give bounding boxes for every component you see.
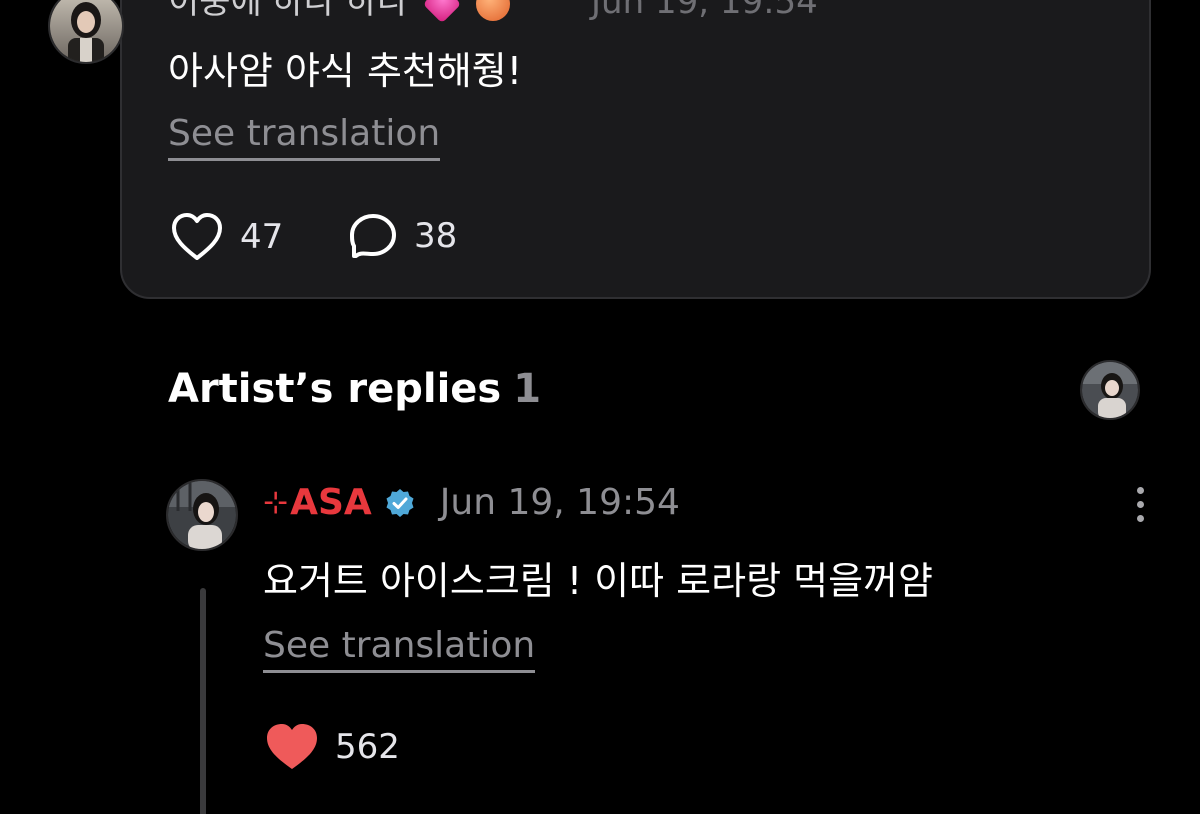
- fan-avatar[interactable]: [48, 0, 124, 64]
- page: 이중에 하나 하나 Jun 19, 19:54 아사얌 야식 추천해줭! See…: [0, 0, 1200, 814]
- reply-like-button[interactable]: 562: [265, 722, 400, 772]
- heart-outline-icon: [172, 213, 222, 260]
- see-translation-link[interactable]: See translation: [168, 112, 441, 161]
- comment-count: 38: [414, 216, 458, 256]
- reply-like-count: 562: [335, 727, 400, 767]
- verified-badge-icon: [386, 488, 414, 517]
- heart-filled-icon: [267, 724, 317, 769]
- sparkle-icon: ⊹: [263, 485, 289, 520]
- reply-more-options-icon[interactable]: [1133, 487, 1147, 529]
- heart-emoji-icon: [423, 0, 462, 23]
- artist-replies-heading: Artist’s replies 1: [168, 366, 541, 412]
- fan-post-date: Jun 19, 19:54: [591, 0, 818, 22]
- more-options-icon[interactable]: [1072, 0, 1088, 10]
- reply-text: 요거트 아이스크림 ! 이따 로라랑 먹을꺼얌: [263, 559, 933, 603]
- artist-name[interactable]: ASA: [290, 482, 372, 523]
- like-count: 47: [240, 217, 284, 257]
- comment-button[interactable]: 38: [348, 212, 457, 260]
- artist-replies-title: Artist’s replies: [168, 366, 502, 412]
- reply-date: Jun 19, 19:54: [439, 482, 680, 523]
- reply-header: ⊹ ASA Jun 19, 19:54: [263, 482, 680, 523]
- artist-avatar[interactable]: [166, 479, 238, 551]
- fan-author-name[interactable]: 이중에 하나 하나: [168, 0, 409, 22]
- artist-avatar-small[interactable]: [1080, 360, 1140, 420]
- reply-see-translation-link[interactable]: See translation: [263, 624, 536, 673]
- fan-post-text: 아사얌 야식 추천해줭!: [168, 49, 523, 93]
- like-button[interactable]: 47: [170, 212, 283, 262]
- thread-line: [200, 588, 206, 814]
- artist-replies-count: 1: [513, 366, 542, 412]
- peach-emoji-icon: [476, 0, 511, 21]
- speech-bubble-icon: [350, 214, 396, 258]
- fan-post-header: 이중에 하나 하나 Jun 19, 19:54: [168, 0, 818, 23]
